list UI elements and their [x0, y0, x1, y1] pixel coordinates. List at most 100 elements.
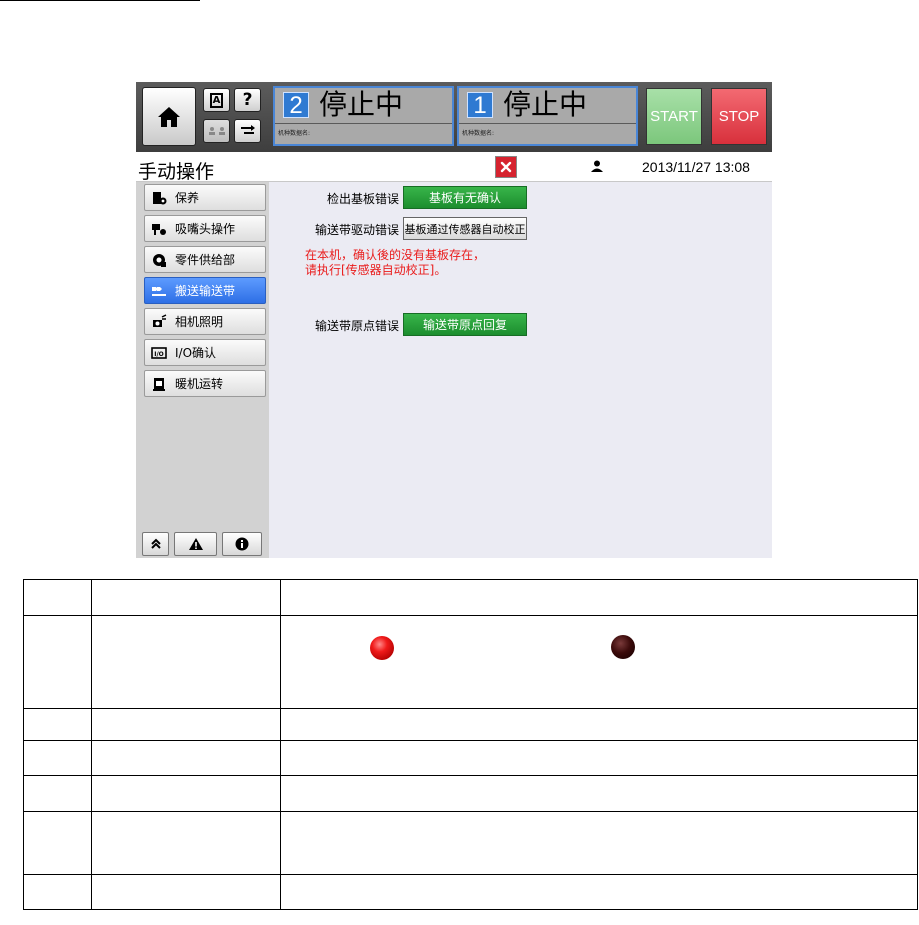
content-panel: 检出基板错误 基板有无确认 输送带驱动错误 基板通过传感器自动校正 在本机，确认…: [269, 182, 772, 558]
lamp-on-icon: [369, 636, 394, 660]
maintenance-icon: [151, 190, 167, 206]
lane-status-text: 停止中: [319, 87, 404, 121]
sidebar-item-parts-feeder[interactable]: 零件供给部: [144, 246, 266, 273]
io-icon: I/O: [151, 345, 167, 361]
collapse-button[interactable]: [142, 532, 169, 556]
sensor-auto-calibrate-button[interactable]: 基板通过传感器自动校正: [403, 217, 527, 240]
table-cell: [23, 615, 92, 709]
datetime-display: 2013/11/27 13:08: [642, 159, 750, 175]
question-icon: ?: [242, 90, 253, 110]
machine-screen: A ? 2 停止中 机种数据名: 1 停止中 机种数据名: START STOP…: [136, 82, 772, 558]
table-cell: [279, 579, 919, 616]
warning-icon: [188, 538, 203, 550]
table-cell: [23, 740, 92, 776]
table-cell: [279, 874, 919, 910]
conveyor-icon: [151, 283, 167, 299]
parts-feeder-icon: [151, 252, 167, 268]
table-cell: [90, 740, 281, 776]
nozzle-head-icon: [151, 221, 167, 237]
model-data-label: 机种数据名:: [278, 130, 311, 137]
legend-table: [23, 579, 919, 910]
info-icon: [235, 537, 249, 551]
top-underline: [0, 0, 200, 1]
page-title: 手动操作: [138, 161, 215, 183]
svg-text:I/O: I/O: [154, 351, 164, 358]
board-check-button[interactable]: 基板有无确认: [403, 186, 527, 209]
row-label: 输送带驱动错误: [314, 223, 399, 237]
transfer-button[interactable]: [234, 119, 261, 143]
manual-button[interactable]: A: [203, 88, 230, 112]
model-data-label: 机种数据名:: [462, 130, 495, 137]
table-cell: [23, 708, 92, 741]
table-row: [23, 579, 919, 616]
lane-2-status-panel[interactable]: 2 停止中 机种数据名:: [273, 86, 454, 146]
lane-number-badge: 2: [283, 91, 309, 118]
sidebar-item-conveyor[interactable]: 搬送输送带: [144, 277, 266, 304]
top-bar: A ? 2 停止中 机种数据名: 1 停止中 机种数据名: START STOP: [136, 82, 772, 152]
table-cell: [90, 615, 281, 709]
table-cell: [90, 708, 281, 741]
table-cell: [279, 775, 919, 812]
table-row: [23, 708, 919, 741]
home-icon: [158, 106, 180, 127]
transfer-icon: [240, 125, 255, 134]
lane-1-status-panel[interactable]: 1 停止中 机种数据名:: [457, 86, 638, 146]
divider: [459, 123, 636, 124]
warning-line: 请执行[传感器自动校正]。: [305, 263, 447, 277]
conveyor-origin-return-button[interactable]: 输送带原点回复: [403, 313, 527, 336]
start-button[interactable]: START: [646, 88, 702, 145]
lane-status-text: 停止中: [503, 87, 588, 121]
sidebar-item-io[interactable]: I/O I/O确认: [144, 339, 266, 366]
table-cell: [23, 811, 92, 875]
user-icon: [591, 160, 603, 172]
lamp-off-icon: [610, 635, 635, 659]
table-cell: [279, 708, 919, 741]
sidebar: 保养 吸嘴头操作 零件供给部 搬送输送带 相机照明 I/O I/O确认 暖机运转: [136, 182, 269, 558]
table-cell: [23, 579, 92, 616]
title-bar: 手动操作 2013/11/27 13:08: [136, 152, 772, 183]
help-button[interactable]: ?: [234, 88, 261, 112]
divider: [275, 123, 452, 124]
sidebar-item-camera-light[interactable]: 相机照明: [144, 308, 266, 335]
sidebar-item-nozzle-head[interactable]: 吸嘴头操作: [144, 215, 266, 242]
warning-line: 在本机，确认後的没有基板存在，: [305, 248, 486, 262]
sidebar-item-label: 相机照明: [175, 315, 224, 329]
table-cell: [279, 615, 919, 709]
operator-switch-button[interactable]: [203, 119, 230, 143]
lane-number-badge: 1: [467, 91, 493, 118]
home-button[interactable]: [142, 87, 196, 146]
sidebar-item-warmup[interactable]: 暖机运转: [144, 370, 266, 397]
table-cell: [90, 579, 281, 616]
table-cell: [23, 775, 92, 812]
users-icon: [208, 127, 225, 135]
table-row: [23, 874, 919, 910]
sidebar-item-label: 搬送输送带: [175, 284, 236, 298]
sidebar-item-label: I/O确认: [175, 346, 217, 360]
table-cell: [90, 874, 281, 910]
double-chevron-up-icon: [150, 538, 161, 549]
sidebar-item-label: 吸嘴头操作: [175, 222, 236, 236]
table-row: [23, 775, 919, 812]
row-label: 输送带原点错误: [314, 319, 399, 333]
table-row: [23, 740, 919, 776]
table-row: [23, 615, 919, 709]
camera-light-icon: [151, 313, 167, 330]
table-cell: [90, 775, 281, 812]
warning-message: 在本机，确认後的没有基板存在， 请执行[传感器自动校正]。: [305, 248, 485, 278]
row-label: 检出基板错误: [326, 192, 399, 206]
sidebar-item-label: 保养: [175, 191, 200, 205]
close-button[interactable]: [495, 156, 517, 178]
sidebar-item-maintenance[interactable]: 保养: [144, 184, 266, 211]
table-cell: [23, 874, 92, 910]
alarm-button[interactable]: [174, 532, 217, 556]
warmup-icon: [151, 376, 167, 392]
table-cell: [279, 740, 919, 776]
stop-button[interactable]: STOP: [711, 88, 767, 145]
a-box-icon: A: [210, 92, 223, 108]
table-row: [23, 811, 919, 875]
info-button[interactable]: [222, 532, 262, 556]
sidebar-item-label: 暖机运转: [175, 377, 224, 391]
close-icon: [500, 161, 512, 173]
table-cell: [90, 811, 281, 875]
sidebar-item-label: 零件供给部: [175, 253, 236, 267]
